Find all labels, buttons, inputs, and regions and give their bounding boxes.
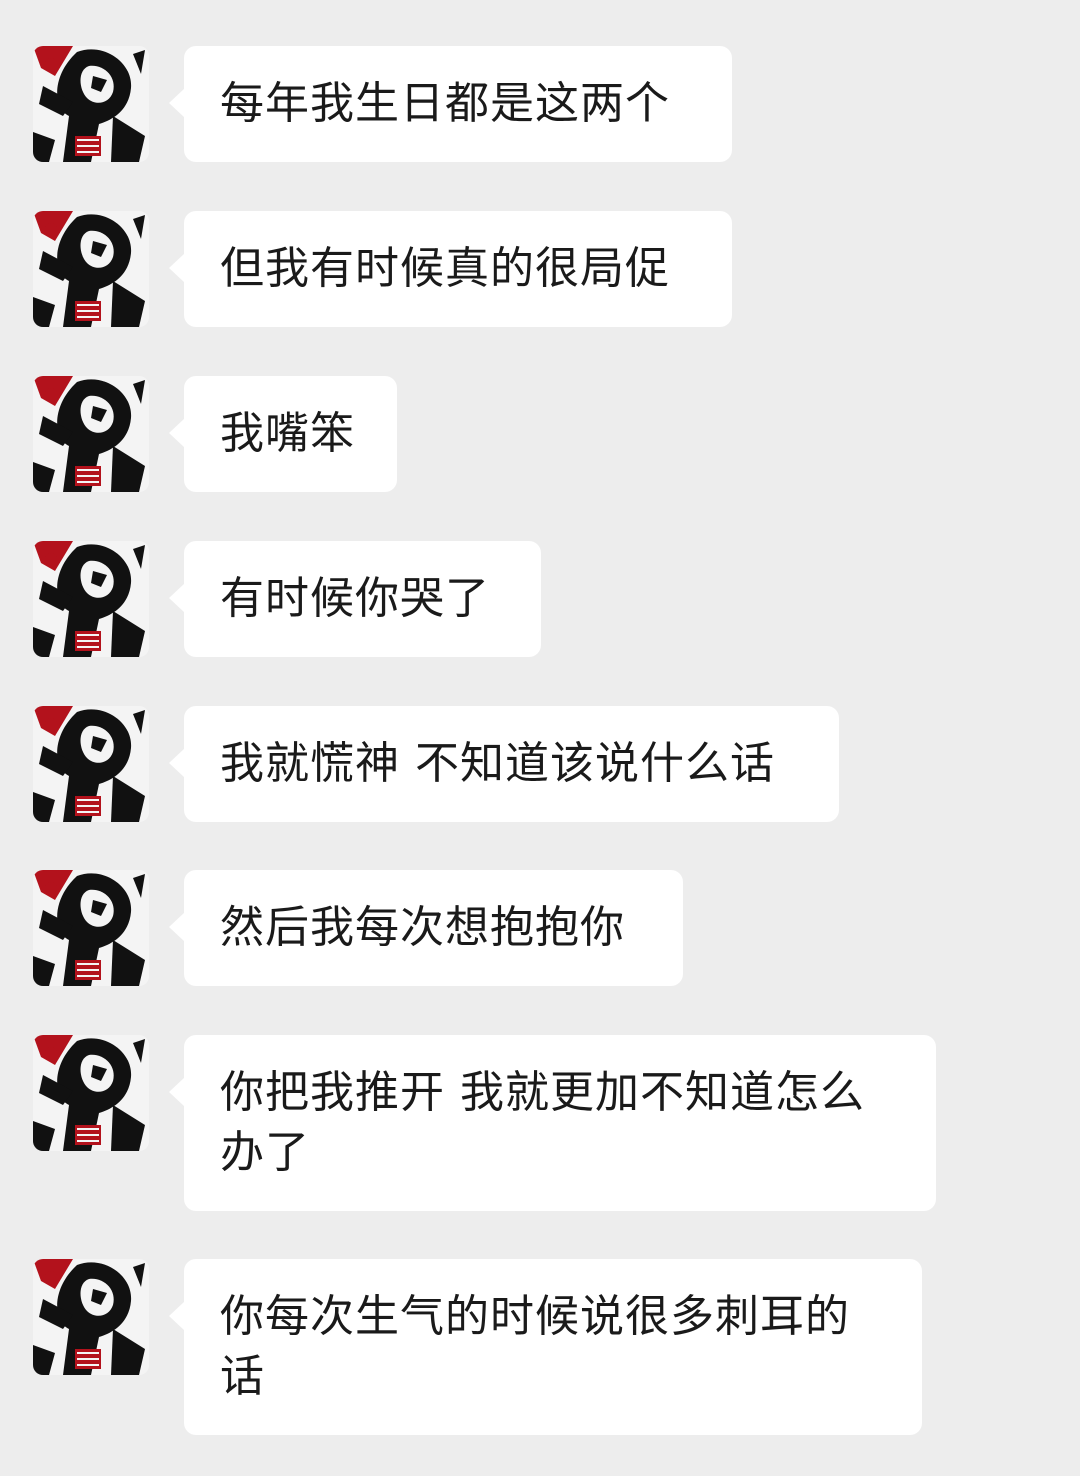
manga-character-avatar-icon [33, 1035, 149, 1151]
avatar[interactable] [33, 870, 149, 986]
avatar[interactable] [33, 1035, 149, 1151]
message-bubble[interactable]: 然后我每次想抱抱你 [169, 870, 683, 986]
manga-character-avatar-icon [33, 706, 149, 822]
manga-character-avatar-icon [33, 541, 149, 657]
avatar[interactable] [33, 1259, 149, 1375]
message-text: 我就慌神 不知道该说什么话 [220, 738, 775, 789]
message-bubble[interactable]: 你每次生气的时候说很多刺耳的话 [169, 1259, 922, 1435]
manga-character-avatar-icon [33, 211, 149, 327]
manga-character-avatar-icon [33, 376, 149, 492]
message-bubble[interactable]: 有时候你哭了 [169, 541, 541, 657]
message-text: 有时候你哭了 [220, 573, 490, 624]
manga-character-avatar-icon [33, 46, 149, 162]
message-bubble[interactable]: 每年我生日都是这两个 [169, 46, 732, 162]
message-bubble[interactable]: 我嘴笨 [169, 376, 397, 492]
message-text: 然后我每次想抱抱你 [220, 902, 625, 953]
manga-character-avatar-icon [33, 1259, 149, 1375]
chat-message-list: 每年我生日都是这两个 但我有时候真的很局促 我嘴笨 有时候你哭了 我就慌神 不知… [0, 0, 1080, 1476]
avatar[interactable] [33, 211, 149, 327]
avatar[interactable] [33, 376, 149, 492]
message-text: 我嘴笨 [220, 408, 355, 459]
message-bubble[interactable]: 但我有时候真的很局促 [169, 211, 732, 327]
message-text: 每年我生日都是这两个 [220, 78, 670, 129]
avatar[interactable] [33, 541, 149, 657]
message-bubble[interactable]: 你把我推开 我就更加不知道怎么办了 [169, 1035, 936, 1211]
message-bubble[interactable]: 我就慌神 不知道该说什么话 [169, 706, 839, 822]
manga-character-avatar-icon [33, 870, 149, 986]
avatar[interactable] [33, 706, 149, 822]
message-text: 你每次生气的时候说很多刺耳的话 [220, 1291, 850, 1402]
avatar[interactable] [33, 46, 149, 162]
message-text: 但我有时候真的很局促 [220, 243, 670, 294]
message-text: 你把我推开 我就更加不知道怎么办了 [220, 1067, 865, 1178]
